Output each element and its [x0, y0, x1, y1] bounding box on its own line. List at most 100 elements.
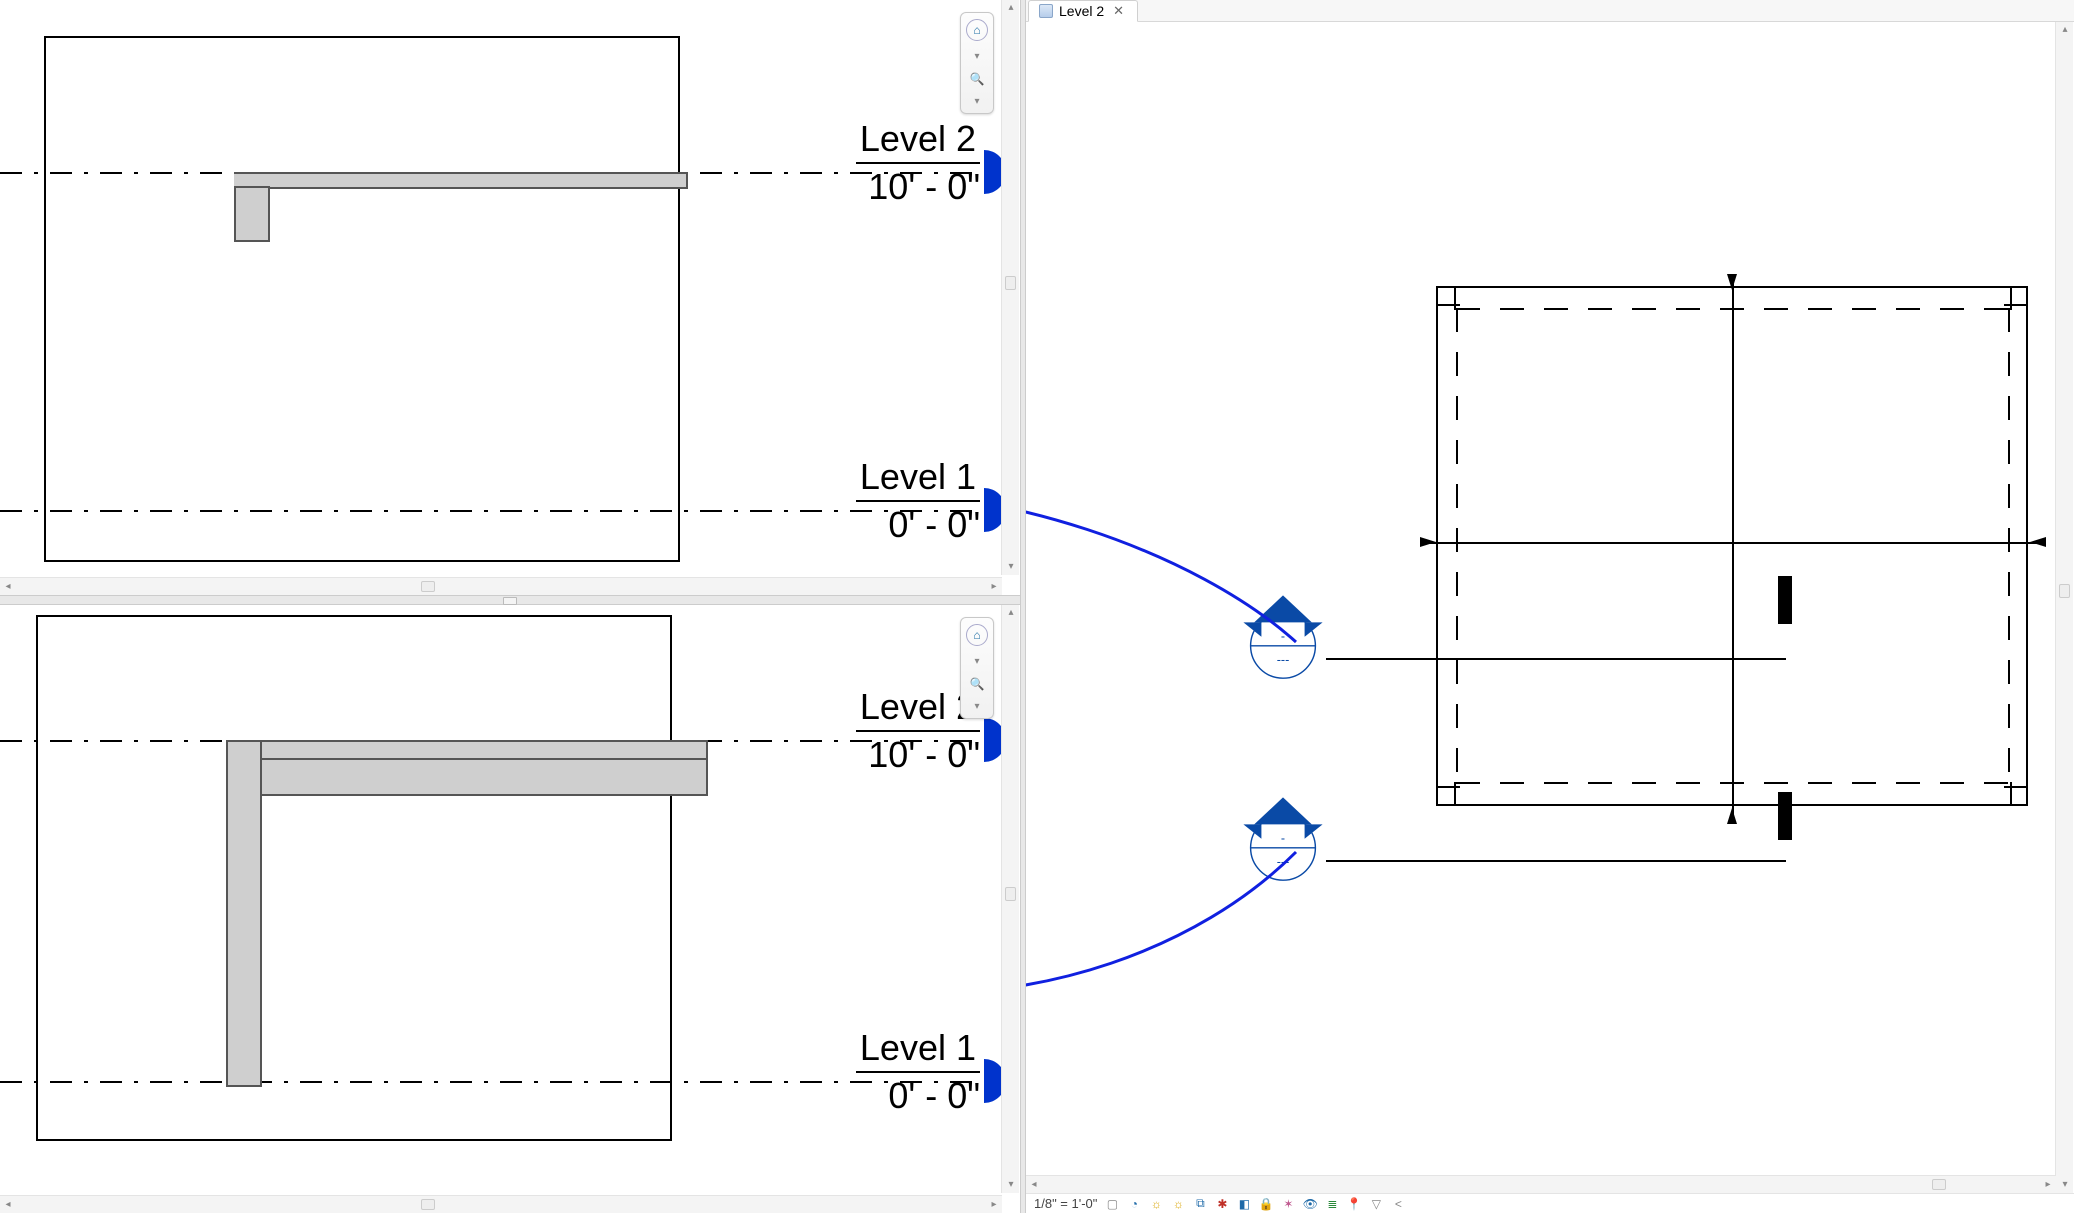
- section-head-lower[interactable]: - ---: [1238, 792, 1328, 882]
- level-elev: 10' - 0": [856, 164, 980, 208]
- view-icon: [1039, 4, 1053, 18]
- level-name: Level 1: [856, 1027, 980, 1073]
- section-view-top[interactable]: Level 2 10' - 0" Level 1 0' - 0" ⌂ ▾ 🔍 ▾: [0, 0, 1020, 595]
- scroll-thumb[interactable]: [421, 581, 435, 592]
- section-ref2: ---: [1277, 855, 1290, 869]
- sun-path-icon[interactable]: ☼: [1149, 1197, 1163, 1211]
- scroll-down-icon[interactable]: ▾: [2057, 1177, 2073, 1193]
- scroll-right-icon[interactable]: ▸: [986, 579, 1002, 595]
- grid-arrow-left: [1420, 534, 1436, 550]
- level-line-l1-top[interactable]: [0, 510, 1002, 512]
- level-elev: 10' - 0": [856, 732, 980, 776]
- scroll-down-icon[interactable]: ▾: [1003, 1177, 1019, 1193]
- gridline-horizontal[interactable]: [1426, 542, 2042, 544]
- shadows-icon[interactable]: ☼: [1171, 1197, 1185, 1211]
- nav-zoom-icon[interactable]: 🔍: [968, 677, 986, 691]
- crop-view-icon[interactable]: ⧉: [1193, 1197, 1207, 1211]
- struct-slab-top[interactable]: [234, 172, 688, 189]
- struct-beam-bottom[interactable]: [226, 758, 708, 796]
- scrollbar-horizontal[interactable]: ◂ ▸: [0, 577, 1002, 595]
- nav-zoom-icon[interactable]: 🔍: [968, 72, 986, 86]
- view-control-bar: 1/8" = 1'-0" ▢ ◔ ☼ ☼ ⧉ ✱ ◧ 🔒 ✶ 👁 ≣ 📍 ▽ <: [1026, 1193, 2074, 1213]
- level-elev: 0' - 0": [856, 502, 980, 546]
- left-column: Level 2 10' - 0" Level 1 0' - 0" ⌂ ▾ 🔍 ▾: [0, 0, 1020, 1213]
- scrollbar-horizontal[interactable]: ◂ ▸: [1026, 1175, 2056, 1193]
- level-elev: 0' - 0": [856, 1073, 980, 1117]
- scroll-right-icon[interactable]: ▸: [2040, 1177, 2056, 1193]
- chevron-down-icon[interactable]: ▾: [974, 701, 979, 712]
- scroll-up-icon[interactable]: ▴: [2057, 22, 2073, 38]
- scroll-thumb[interactable]: [2059, 584, 2070, 598]
- corner-tick: [2004, 304, 2028, 306]
- chevron-down-icon[interactable]: ▾: [974, 96, 979, 107]
- crop-region-visible-icon[interactable]: ✱: [1215, 1197, 1229, 1211]
- section-line-lower[interactable]: [1326, 860, 1786, 862]
- section-line-upper[interactable]: [1326, 658, 1786, 660]
- level-line-l1-bottom[interactable]: [0, 1081, 1002, 1083]
- grid-arrow-down: [1724, 808, 1740, 824]
- worksharing-icon[interactable]: ≣: [1325, 1197, 1339, 1211]
- corner-tick: [2010, 286, 2012, 310]
- ge-icon[interactable]: <: [1391, 1197, 1405, 1211]
- pin-icon[interactable]: 📍: [1347, 1197, 1361, 1211]
- view-tab-bar: Level 2 ✕: [1026, 0, 2074, 22]
- section-view-bottom[interactable]: Level 2 10' - 0" Level 1 0' - 0" ⌂ ▾ 🔍: [0, 605, 1020, 1213]
- splitter-thumb[interactable]: [503, 597, 517, 605]
- section-head-upper[interactable]: - ---: [1238, 590, 1328, 680]
- render-icon[interactable]: ◧: [1237, 1197, 1251, 1211]
- section-top-canvas[interactable]: Level 2 10' - 0" Level 1 0' - 0": [0, 0, 1002, 577]
- level-label-l2-top[interactable]: Level 2 10' - 0": [856, 118, 980, 208]
- scroll-thumb[interactable]: [1932, 1179, 1946, 1190]
- scroll-down-icon[interactable]: ▾: [1003, 559, 1019, 575]
- level-label-l1-top[interactable]: Level 1 0' - 0": [856, 456, 980, 546]
- scroll-right-icon[interactable]: ▸: [986, 1197, 1002, 1213]
- scroll-up-icon[interactable]: ▴: [1003, 0, 1019, 16]
- scrollbar-vertical[interactable]: ▴ ▾: [2055, 22, 2073, 1193]
- nav-home-icon[interactable]: ⌂: [966, 19, 988, 41]
- filter-icon[interactable]: ▽: [1369, 1197, 1383, 1211]
- struct-beam-top[interactable]: [234, 186, 270, 242]
- section-bottom-canvas[interactable]: Level 2 10' - 0" Level 1 0' - 0": [0, 605, 1002, 1195]
- section-flag-lower[interactable]: [1778, 792, 1792, 840]
- crop-region-top[interactable]: [44, 36, 680, 562]
- horizontal-splitter[interactable]: [0, 595, 1020, 605]
- tab-level-2[interactable]: Level 2 ✕: [1028, 0, 1138, 22]
- crop-region-bottom[interactable]: [36, 615, 672, 1141]
- nav-wheel-top[interactable]: ⌂ ▾ 🔍 ▾: [960, 12, 994, 114]
- close-icon[interactable]: ✕: [1110, 3, 1127, 19]
- scrollbar-horizontal[interactable]: ◂ ▸: [0, 1195, 1002, 1213]
- scrollbar-vertical[interactable]: ▴ ▾: [1001, 605, 1019, 1193]
- reveal-hidden-icon[interactable]: 👁: [1303, 1197, 1317, 1211]
- scale-label[interactable]: 1/8" = 1'-0": [1034, 1196, 1097, 1211]
- nav-wheel-bottom[interactable]: ⌂ ▾ 🔍 ▾: [960, 617, 994, 719]
- visual-style-icon[interactable]: ◔: [1127, 1197, 1141, 1211]
- scroll-thumb[interactable]: [1005, 887, 1016, 901]
- scroll-left-icon[interactable]: ◂: [1026, 1177, 1042, 1193]
- plan-canvas[interactable]: - --- - ---: [1026, 22, 2056, 1193]
- lock-icon[interactable]: 🔒: [1259, 1197, 1273, 1211]
- scrollbar-vertical[interactable]: ▴ ▾: [1001, 0, 1019, 575]
- corner-tick: [1454, 286, 1456, 310]
- scroll-thumb[interactable]: [1005, 276, 1016, 290]
- gridline-vertical[interactable]: [1732, 280, 1734, 816]
- scroll-thumb[interactable]: [421, 1199, 435, 1210]
- nav-home-icon[interactable]: ⌂: [966, 624, 988, 646]
- scroll-left-icon[interactable]: ◂: [0, 1197, 16, 1213]
- struct-edge: [260, 758, 262, 796]
- detail-level-icon[interactable]: ▢: [1105, 1197, 1119, 1211]
- plan-dash-left: [1456, 308, 1458, 784]
- scroll-up-icon[interactable]: ▴: [1003, 605, 1019, 621]
- chevron-down-icon[interactable]: ▾: [974, 51, 979, 62]
- scroll-left-icon[interactable]: ◂: [0, 579, 16, 595]
- level-name: Level 2: [856, 118, 980, 164]
- section-flag-upper[interactable]: [1778, 576, 1792, 624]
- temporary-hide-icon[interactable]: ✶: [1281, 1197, 1295, 1211]
- corner-tick: [1436, 786, 1460, 788]
- chevron-down-icon[interactable]: ▾: [974, 656, 979, 667]
- tab-label: Level 2: [1059, 3, 1104, 19]
- level-label-l1-bottom[interactable]: Level 1 0' - 0": [856, 1027, 980, 1117]
- struct-column-bottom[interactable]: [226, 740, 262, 1087]
- section-ref2: ---: [1277, 653, 1290, 667]
- struct-slab-bottom[interactable]: [226, 740, 708, 760]
- level-name: Level 1: [856, 456, 980, 502]
